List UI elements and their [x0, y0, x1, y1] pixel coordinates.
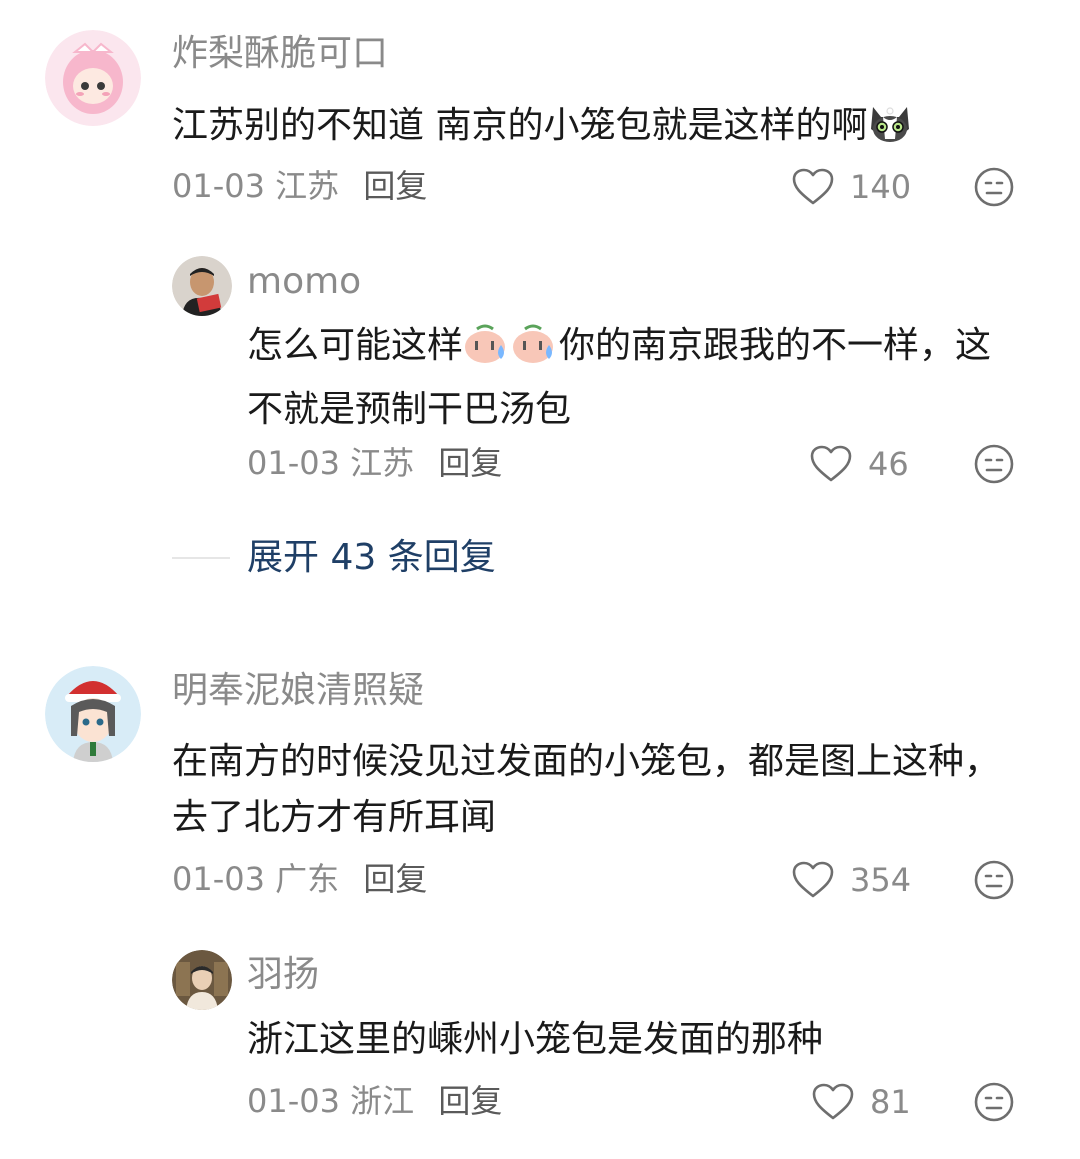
like-count: 81: [870, 1083, 911, 1121]
comment-date: 01-03: [172, 860, 265, 898]
like-button[interactable]: 81: [812, 1083, 911, 1121]
like-count: 354: [850, 861, 912, 899]
reply-button[interactable]: 回复: [363, 167, 427, 205]
comment-location: 江苏: [275, 167, 340, 205]
heart-outline-icon: [792, 861, 834, 898]
comment-date: 01-03: [172, 167, 265, 205]
neutral-face-icon[interactable]: [973, 443, 1015, 485]
comment-text: 江苏别的不知道 南京的小笼包就是这样的啊: [172, 98, 1052, 162]
reply-location: 浙江: [350, 1082, 415, 1120]
comment-location: 广东: [275, 860, 340, 898]
neutral-face-icon[interactable]: [973, 166, 1015, 208]
reply-button[interactable]: 回复: [438, 1082, 502, 1120]
comment-username[interactable]: 炸梨酥脆可口: [172, 36, 388, 72]
reply-meta: 01-03 浙江 回复: [247, 1085, 502, 1117]
cat-face-icon: [867, 99, 913, 162]
comment-meta: 01-03 广东 回复: [172, 863, 427, 895]
neutral-face-icon[interactable]: [973, 1081, 1015, 1123]
expand-divider: [172, 557, 230, 559]
reply-button[interactable]: 回复: [363, 860, 427, 898]
reply-location: 江苏: [350, 444, 415, 482]
like-count: 46: [868, 445, 909, 483]
reply-button[interactable]: 回复: [438, 444, 502, 482]
heart-outline-icon: [810, 445, 852, 482]
reply-username[interactable]: 羽扬: [247, 957, 319, 993]
comment-meta: 01-03 江苏 回复: [172, 170, 427, 202]
heart-outline-icon: [812, 1083, 854, 1120]
like-button[interactable]: 46: [810, 445, 909, 483]
like-count: 140: [850, 168, 912, 206]
expand-replies-button[interactable]: 展开 43 条回复: [247, 540, 496, 576]
like-button[interactable]: 354: [792, 861, 911, 899]
heart-outline-icon: [792, 168, 834, 205]
reply-text: 浙江这里的嵊州小笼包是发面的那种: [247, 1019, 824, 1060]
reply-date: 01-03: [247, 444, 340, 482]
neutral-face-icon[interactable]: [973, 859, 1015, 901]
reply-meta: 01-03 江苏 回复: [247, 447, 502, 479]
comment-username[interactable]: 明奉泥娘清照疑: [172, 673, 424, 709]
reply-text: 怎么可能这样 你的南京跟我的不一样，这不就是预制干巴汤包: [247, 318, 1007, 438]
bun-sweat-icon: [463, 319, 559, 382]
reply-date: 01-03: [247, 1082, 340, 1120]
like-button[interactable]: 140: [792, 168, 911, 206]
comment-text: 在南方的时候没见过发面的小笼包，都是图上这种，去了北方才有所耳闻: [172, 741, 1001, 838]
avatar[interactable]: [172, 256, 232, 316]
avatar[interactable]: [172, 950, 232, 1010]
avatar[interactable]: [45, 30, 141, 126]
avatar[interactable]: [45, 666, 141, 762]
reply-username[interactable]: momo: [247, 264, 361, 300]
